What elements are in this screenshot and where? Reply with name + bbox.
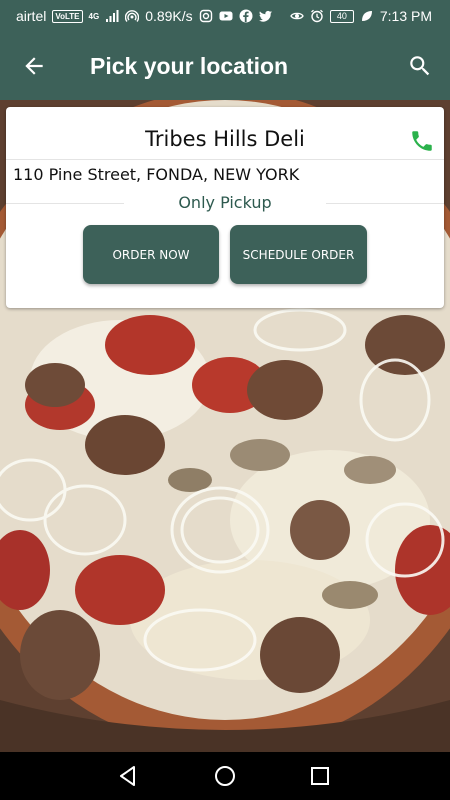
time-label: 7:13 PM (379, 8, 432, 24)
square-recent-icon[interactable] (308, 764, 332, 788)
status-bar: airtel VoLTE 4G 0.89K/s 40 7:13 PM (0, 0, 450, 32)
signal-icon (106, 10, 119, 22)
system-nav-bar (0, 752, 450, 800)
store-name: Tribes Hills Deli (145, 127, 305, 151)
status-bar-right: 40 7:13 PM (290, 8, 432, 24)
pickup-label: Only Pickup (6, 193, 444, 212)
call-button[interactable] (408, 127, 436, 155)
youtube-icon (219, 11, 233, 21)
search-icon (410, 56, 430, 76)
screen: airtel VoLTE 4G 0.89K/s 40 7:13 PM Pick … (0, 0, 450, 800)
leaf-icon (361, 11, 372, 21)
speed-label: 0.89K/s (145, 8, 193, 24)
twitter-icon (258, 10, 272, 22)
arrow-left-icon (25, 57, 43, 75)
instagram-icon (199, 9, 212, 23)
triangle-back-icon[interactable] (116, 764, 140, 788)
store-address: 110 Pine Street, FONDA, NEW YORK (13, 165, 300, 184)
schedule-order-button[interactable]: SCHEDULE ORDER (230, 225, 367, 284)
hotspot-icon (125, 10, 140, 22)
search-button[interactable] (404, 50, 436, 82)
status-bar-left: airtel VoLTE 4G 0.89K/s (16, 8, 273, 24)
facebook-icon (239, 9, 253, 23)
pickup-label-text: Only Pickup (124, 193, 326, 212)
app-bar: Pick your location (0, 32, 450, 100)
volte-badge: VoLTE (52, 9, 83, 23)
divider (6, 159, 444, 160)
back-button[interactable] (18, 50, 50, 82)
eye-icon (290, 12, 304, 20)
location-card: Tribes Hills Deli 110 Pine Street, FONDA… (6, 107, 444, 308)
phone-icon (412, 131, 432, 151)
battery-indicator: 40 (329, 9, 354, 23)
network-label: 4G (88, 11, 100, 21)
page-title: Pick your location (90, 53, 289, 79)
alarm-icon (310, 9, 323, 23)
circle-home-icon[interactable] (213, 764, 237, 788)
carrier-label: airtel (16, 8, 47, 24)
order-now-button[interactable]: ORDER NOW (83, 225, 219, 284)
